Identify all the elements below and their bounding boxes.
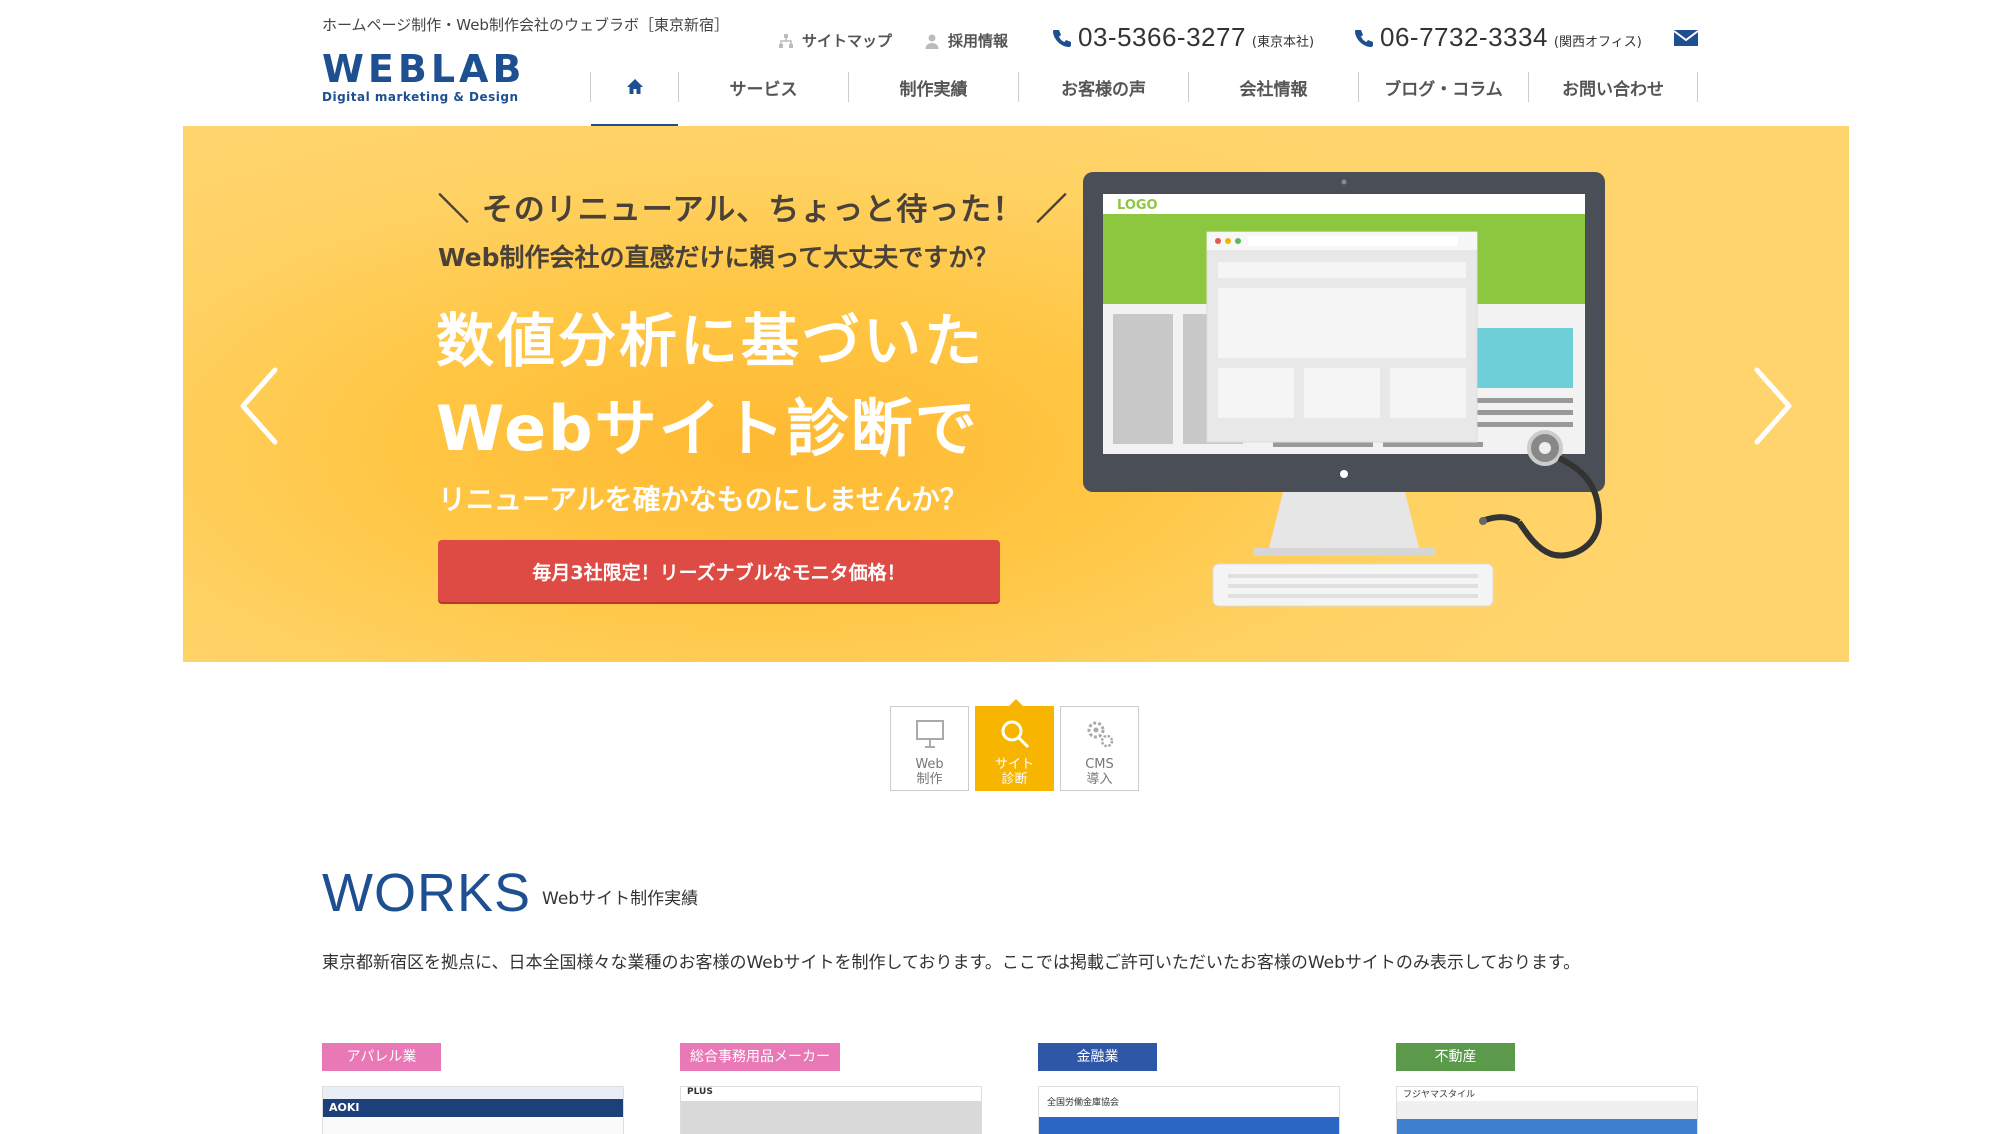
- category-tag: アパレル業: [322, 1043, 441, 1071]
- works-heading: WORKS: [322, 863, 532, 923]
- chevron-right-icon: [1754, 367, 1792, 445]
- global-nav: サービス 制作実績 お客様の声 会社情報 ブログ・コラム お問い合わせ: [590, 70, 1698, 127]
- home-icon: [626, 79, 643, 94]
- nav-blog[interactable]: ブログ・コラム: [1358, 72, 1528, 102]
- hero-question: Web制作会社の直感だけに頼って大丈夫ですか？: [438, 243, 999, 272]
- thumb-text: PLUS: [681, 1087, 981, 1101]
- category-tag: 総合事務用品メーカー: [680, 1043, 840, 1071]
- service-tabs: Web 制作 サイト 診断 CMS 導入: [890, 699, 1139, 791]
- phone-number: 06-7732-3334: [1380, 22, 1548, 52]
- tab-site-diagnosis[interactable]: サイト 診断: [975, 699, 1054, 791]
- tab-cms[interactable]: CMS 導入: [1060, 706, 1139, 791]
- phone-number: 03-5366-3277: [1078, 22, 1246, 52]
- hero-catchphrase: ＼ そのリニューアル、ちょっと待った！ ／: [438, 192, 1069, 228]
- phone-icon: [1053, 30, 1071, 47]
- screen-logo: LOGO: [1117, 198, 1158, 213]
- hero-subheadline: リニューアルを確かなものにしませんか？: [438, 483, 968, 516]
- nav-works[interactable]: 制作実績: [848, 72, 1018, 102]
- monitor-stethoscope-illustration: LOGO: [1083, 172, 1605, 607]
- sitemap-icon: [779, 33, 793, 48]
- chevron-left-icon: [240, 367, 278, 445]
- sitemap-link[interactable]: サイトマップ: [778, 30, 892, 51]
- slider-next-button[interactable]: [1747, 366, 1797, 446]
- thumb-text: AOKI: [323, 1099, 623, 1117]
- sitemap-label: サイトマップ: [802, 32, 893, 50]
- nav-company[interactable]: 会社情報: [1188, 72, 1358, 102]
- hero-headline-2: Webサイト診断で: [436, 392, 979, 465]
- works-item[interactable]: 不動産 フジヤマスタイル: [1396, 1043, 1698, 1134]
- phone-location: (東京本社): [1251, 35, 1315, 50]
- hero-cta-button[interactable]: 毎月3社限定！リーズナブルなモニタ価格！: [438, 540, 1000, 602]
- works-item[interactable]: アパレル業 AOKI: [322, 1043, 624, 1134]
- tab-label: サイト 診断: [994, 757, 1034, 787]
- tab-web-production[interactable]: Web 制作: [890, 706, 969, 791]
- logo-wordmark: WEBLAB: [322, 47, 526, 91]
- tab-label: Web 制作: [915, 757, 944, 787]
- hero-headline-1: 数値分析に基づいた: [436, 307, 986, 375]
- work-thumbnail[interactable]: AOKI: [322, 1086, 624, 1134]
- category-tag: 不動産: [1396, 1043, 1515, 1071]
- phone-location: (関西オフィス): [1553, 35, 1642, 50]
- work-thumbnail[interactable]: フジヤマスタイル: [1396, 1086, 1698, 1134]
- tab-label: CMS 導入: [1085, 757, 1114, 787]
- site-logo[interactable]: WEBLAB Digital marketing & Design: [322, 50, 525, 104]
- recruit-link[interactable]: 採用情報: [924, 30, 1008, 51]
- nav-voice[interactable]: お客様の声: [1018, 72, 1188, 102]
- category-tag: 金融業: [1038, 1043, 1157, 1071]
- works-item[interactable]: 総合事務用品メーカー PLUS: [680, 1043, 982, 1134]
- nav-home[interactable]: [590, 72, 678, 127]
- slider-prev-button[interactable]: [235, 366, 285, 446]
- works-item[interactable]: 金融業 全国労働金庫協会: [1038, 1043, 1340, 1134]
- nav-contact[interactable]: お問い合わせ: [1528, 72, 1698, 102]
- recruit-label: 採用情報: [948, 32, 1009, 50]
- work-thumbnail[interactable]: PLUS: [680, 1086, 982, 1134]
- phone-kansai[interactable]: 06-7732-3334 (関西オフィス): [1354, 22, 1642, 53]
- site-tagline: ホームページ制作・Web制作会社のウェブラボ［東京新宿］: [322, 16, 729, 34]
- person-icon: [925, 34, 939, 49]
- thumb-text: フジヤマスタイル: [1397, 1087, 1697, 1101]
- logo-subtitle: Digital marketing & Design: [322, 90, 519, 104]
- nav-service[interactable]: サービス: [678, 72, 848, 102]
- works-subheading: Webサイト制作実績: [542, 889, 699, 909]
- work-thumbnail[interactable]: 全国労働金庫協会: [1038, 1086, 1340, 1134]
- gears-icon: [1087, 721, 1113, 748]
- works-description: 東京都新宿区を拠点に、日本全国様々な業種のお客様のWebサイトを制作しております…: [322, 953, 1581, 973]
- hero-slider: ＼ そのリニューアル、ちょっと待った！ ／ Web制作会社の直感だけに頼って大丈…: [183, 126, 1849, 662]
- magnifier-icon: [1001, 720, 1029, 749]
- monitor-icon: [915, 720, 944, 748]
- mail-icon[interactable]: [1673, 28, 1699, 48]
- phone-icon: [1355, 30, 1373, 47]
- phone-tokyo[interactable]: 03-5366-3277 (東京本社): [1052, 22, 1314, 53]
- thumb-text: 全国労働金庫協会: [1039, 1087, 1339, 1117]
